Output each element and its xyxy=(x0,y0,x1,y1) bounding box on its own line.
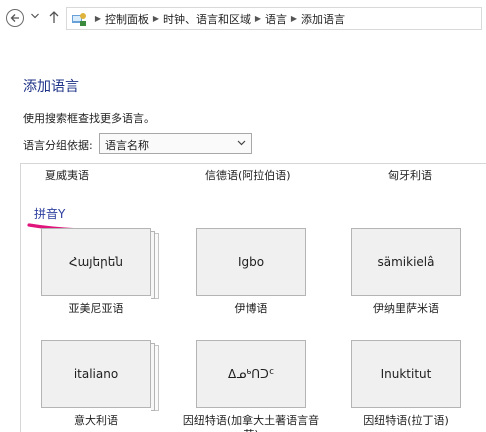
page-title: 添加语言 xyxy=(23,79,79,95)
language-tile-inuktitut-latin[interactable]: Inuktitut xyxy=(351,340,461,408)
section-header-y: 拼音Y xyxy=(34,207,66,221)
tile-language-name: 因纽特语(加拿大土著语言音节) xyxy=(182,414,320,432)
language-tile-inari-sami[interactable]: sämikielâ xyxy=(351,228,461,296)
back-button[interactable] xyxy=(6,9,24,27)
breadcrumb-separator-icon: ▶ xyxy=(290,14,298,23)
tile-language-name: 意大利语 xyxy=(74,414,118,427)
breadcrumb-separator-icon: ▶ xyxy=(254,14,262,23)
tile-native-name: Igbo xyxy=(237,255,265,269)
breadcrumb-add-language[interactable]: 添加语言 xyxy=(301,11,345,27)
breadcrumb-separator-icon: ▶ xyxy=(152,14,160,23)
back-arrow-icon xyxy=(10,14,19,22)
up-arrow-icon[interactable] xyxy=(48,9,60,25)
search-hint: 使用搜索框查找更多语言。 xyxy=(23,112,155,125)
control-panel-icon xyxy=(72,12,86,26)
group-by-value: 语言名称 xyxy=(105,139,149,152)
tile-native-name: sämikielâ xyxy=(377,255,435,269)
breadcrumb-language[interactable]: 语言 xyxy=(265,11,287,27)
breadcrumb-separator-icon: ▶ xyxy=(94,14,102,23)
navigation-bar: ▶ 控制面板 ▶ 时钟、语言和区域 ▶ 语言 ▶ 添加语言 xyxy=(0,0,486,38)
language-tile-italian[interactable]: italiano xyxy=(41,340,159,411)
group-by-label: 语言分组依据: xyxy=(23,139,93,152)
language-tile-armenian[interactable]: Հայերեն xyxy=(41,228,159,299)
tile-native-name: ᐃᓄᒃᑎᑐᑦ xyxy=(227,367,275,381)
language-item-hungarian[interactable]: 匈牙利语 xyxy=(388,167,432,183)
tile-language-name: 伊博语 xyxy=(234,302,268,315)
previous-language-row: 夏威夷语 信德语(阿拉伯语) 匈牙利语 xyxy=(21,164,486,184)
tile-native-name: Inuktitut xyxy=(380,367,432,381)
chevron-down-icon xyxy=(237,140,246,146)
recent-pages-chevron-icon[interactable] xyxy=(30,12,40,20)
language-list-panel[interactable]: 夏威夷语 信德语(阿拉伯语) 匈牙利语 拼音Y Հայերեն 亚美尼亚语 Ig… xyxy=(20,163,486,432)
tile-language-name: 伊纳里萨米语 xyxy=(373,302,439,315)
breadcrumb-clock-language-region[interactable]: 时钟、语言和区域 xyxy=(163,11,251,27)
language-item-sindhi-arabic[interactable]: 信德语(阿拉伯语) xyxy=(205,167,291,183)
breadcrumb-control-panel[interactable]: 控制面板 xyxy=(105,11,149,27)
tile-native-name: italiano xyxy=(73,367,119,381)
language-tile-igbo[interactable]: Igbo xyxy=(196,228,306,296)
group-by-dropdown[interactable]: 语言名称 xyxy=(99,133,252,154)
tile-native-name: Հայերեն xyxy=(69,255,123,269)
language-item-hawaiian[interactable]: 夏威夷语 xyxy=(45,167,89,183)
tile-language-name: 因纽特语(拉丁语) xyxy=(363,414,449,427)
language-tile-inuktitut-syllabics[interactable]: ᐃᓄᒃᑎᑐᑦ xyxy=(196,340,306,408)
tile-language-name: 亚美尼亚语 xyxy=(68,302,124,315)
address-bar[interactable]: ▶ 控制面板 ▶ 时钟、语言和区域 ▶ 语言 ▶ 添加语言 xyxy=(66,7,482,30)
